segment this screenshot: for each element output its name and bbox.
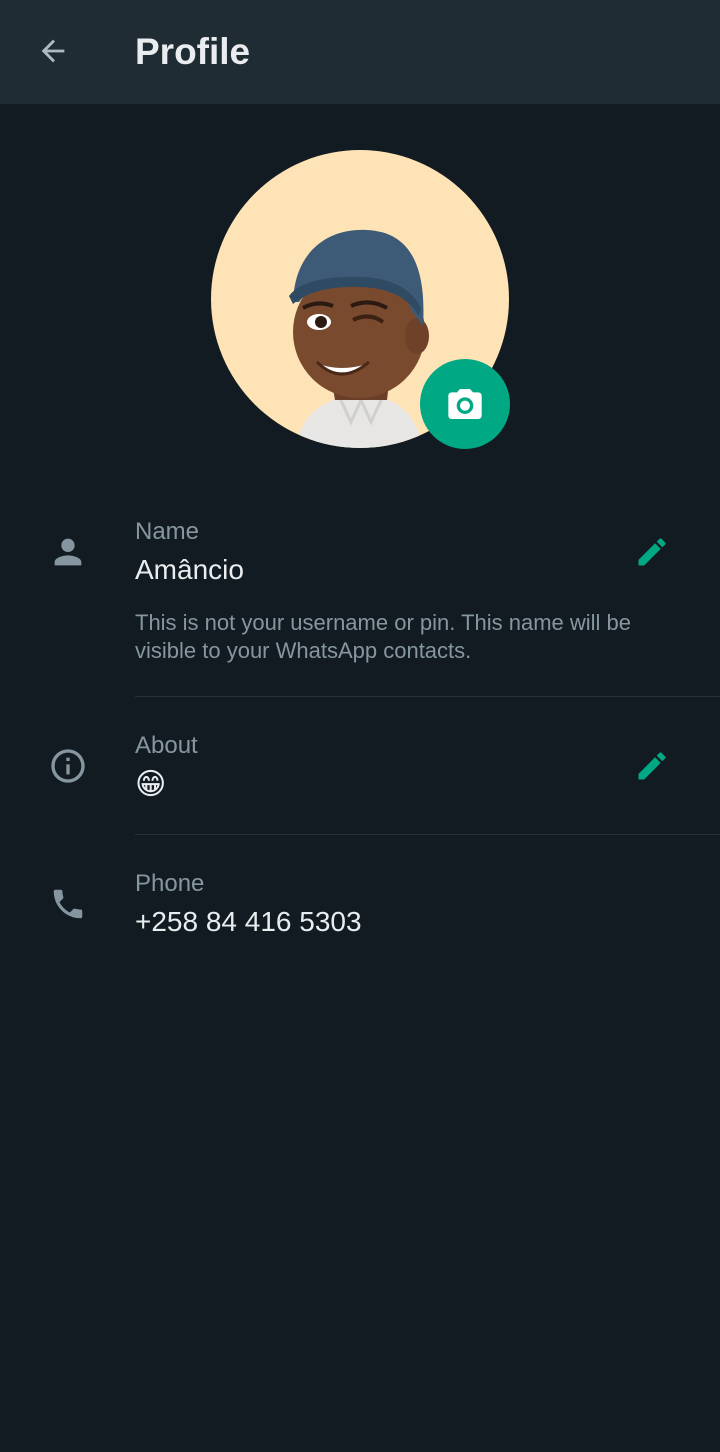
name-hint: This is not your username or pin. This n… xyxy=(135,610,632,663)
info-icon xyxy=(46,744,90,788)
edit-about-button[interactable] xyxy=(628,742,676,790)
pencil-icon xyxy=(638,538,666,566)
arrow-left-icon xyxy=(41,39,65,63)
phone-value: +258 84 416 5303 xyxy=(135,906,362,937)
divider xyxy=(135,834,720,835)
name-value[interactable]: Amâncio xyxy=(135,553,244,587)
about-label: About xyxy=(135,732,198,759)
divider xyxy=(135,696,720,697)
phone-icon xyxy=(46,882,90,926)
page-title: Profile xyxy=(135,31,251,72)
edit-name-button[interactable] xyxy=(628,528,676,576)
phone-label: Phone xyxy=(135,870,205,897)
person-icon xyxy=(46,530,90,574)
camera-icon xyxy=(448,389,482,419)
back-button[interactable] xyxy=(22,20,84,82)
pencil-icon xyxy=(638,752,666,780)
app-bar: Profile xyxy=(0,0,720,104)
change-photo-button[interactable] xyxy=(420,359,510,449)
about-value[interactable]: 😁 xyxy=(135,768,166,802)
profile-photo-section xyxy=(211,150,510,449)
name-label: Name xyxy=(135,518,200,545)
